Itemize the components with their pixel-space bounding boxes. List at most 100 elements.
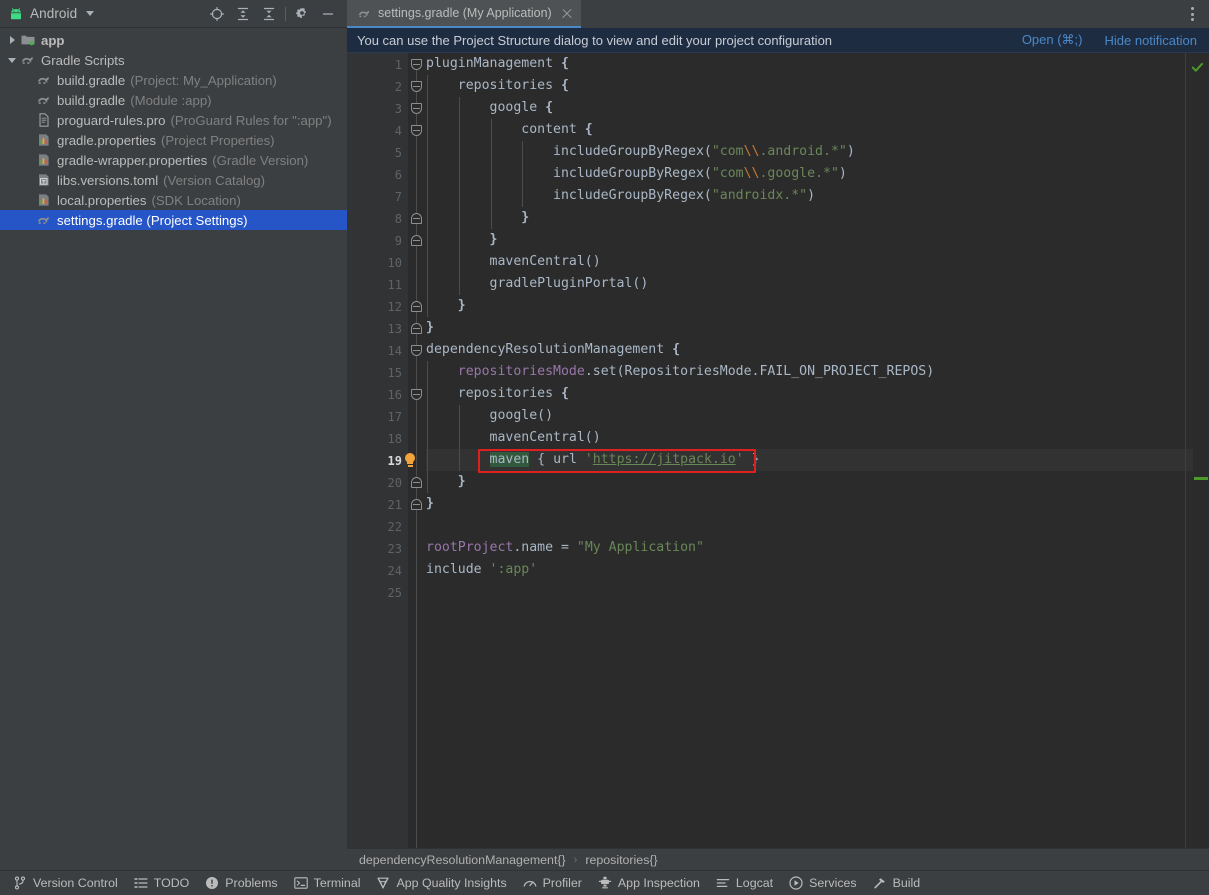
text-file-icon: [36, 112, 52, 128]
code-line[interactable]: maven { url 'https://jitpack.io' }: [426, 449, 1209, 471]
fold-expanded-icon[interactable]: [411, 103, 422, 114]
fold-expanded-icon[interactable]: [411, 81, 422, 92]
indent-guide: [458, 449, 460, 471]
status-bar-item-profiler[interactable]: Profiler: [518, 871, 593, 895]
editor-gutter[interactable]: 1 2 3 4 5 6 7 8 9 10 11 12 13 14 15 16 17 18 19 20 21 22 23 24 2…: [347, 53, 408, 848]
close-icon[interactable]: [560, 6, 574, 20]
code-line[interactable]: mavenCentral(): [426, 427, 1209, 449]
status-bar-item-terminal[interactable]: Terminal: [289, 871, 372, 895]
collapse-all-icon[interactable]: [256, 1, 282, 27]
fold-end-icon[interactable]: [411, 213, 422, 224]
fold-expanded-icon[interactable]: [411, 389, 422, 400]
notification-hide-link[interactable]: Hide notification: [1105, 33, 1198, 48]
select-opened-file-icon[interactable]: [204, 1, 230, 27]
project-panel-title: Android: [30, 6, 78, 21]
kebab-menu-icon[interactable]: [1183, 5, 1201, 23]
expand-all-icon[interactable]: [230, 1, 256, 27]
line-number: 25: [387, 586, 402, 600]
fold-end-icon[interactable]: [411, 477, 422, 488]
breadcrumb-item[interactable]: dependencyResolutionManagement{}: [359, 853, 566, 867]
properties-file-icon: [36, 132, 52, 148]
fold-end-icon[interactable]: [411, 235, 422, 246]
code-line[interactable]: }: [426, 295, 1209, 317]
code-line[interactable]: content {: [426, 119, 1209, 141]
code-line[interactable]: repositories {: [426, 75, 1209, 97]
code-line[interactable]: google {: [426, 97, 1209, 119]
editor-fold-column[interactable]: [408, 53, 426, 848]
fold-end-icon[interactable]: [411, 301, 422, 312]
indent-guide: [427, 207, 428, 229]
code-token: .google.*": [759, 166, 839, 181]
tree-item-gradle-properties[interactable]: gradle.properties (Project Properties): [0, 130, 347, 150]
code-token: .set(RepositoriesMode.FAIL_ON_PROJECT_RE…: [584, 364, 935, 379]
hide-panel-icon[interactable]: [315, 1, 341, 27]
status-bar-item-logcat[interactable]: Logcat: [711, 871, 784, 895]
status-bar-item-build[interactable]: Build: [868, 871, 932, 895]
tree-item-label: gradle-wrapper.properties: [57, 152, 208, 168]
lightbulb-icon[interactable]: [403, 453, 417, 469]
fold-expanded-icon[interactable]: [411, 125, 422, 136]
code-token: \\: [743, 144, 760, 159]
editor-scrollbar-track[interactable]: [1185, 53, 1186, 848]
code-line[interactable]: [426, 515, 1209, 537]
settings-gear-icon[interactable]: [289, 1, 315, 27]
code-line[interactable]: gradlePluginPortal(): [426, 273, 1209, 295]
code-line[interactable]: }: [426, 493, 1209, 515]
code-line[interactable]: dependencyResolutionManagement {: [426, 339, 1209, 361]
fold-expanded-icon[interactable]: [411, 59, 422, 70]
status-bar-item-app-inspection[interactable]: App Inspection: [593, 871, 711, 895]
tree-item-gradle-scripts[interactable]: Gradle Scripts: [0, 50, 347, 70]
line-number: 1: [394, 58, 402, 72]
project-tree[interactable]: app Gradle Scripts build.gradle (Project: M…: [0, 28, 347, 881]
services-play-icon: [788, 875, 804, 891]
fold-end-icon[interactable]: [411, 323, 422, 334]
fold-end-icon[interactable]: [411, 499, 422, 510]
line-number: 24: [387, 564, 402, 578]
line-number: 12: [387, 300, 402, 314]
tree-item-build-gradle[interactable]: build.gradle (Project: My_Application): [0, 70, 347, 90]
code-line[interactable]: includeGroupByRegex("com\\.android.*"): [426, 141, 1209, 163]
green-check-icon[interactable]: [1191, 61, 1204, 74]
notification-open-link[interactable]: Open (⌘;): [1022, 32, 1083, 48]
tree-item-settings-gradle-project-settings[interactable]: settings.gradle (Project Settings): [0, 210, 347, 230]
tree-item-local-properties[interactable]: local.properties (SDK Location): [0, 190, 347, 210]
status-bar-item-version-control[interactable]: Version Control: [8, 871, 129, 895]
tree-item-gradle-wrapper-properties[interactable]: gradle-wrapper.properties (Gradle Version…: [0, 150, 347, 170]
code-line[interactable]: repositoriesMode.set(RepositoriesMode.FA…: [426, 361, 1209, 383]
code-line[interactable]: }: [426, 317, 1209, 339]
code-line[interactable]: includeGroupByRegex("com\\.google.*"): [426, 163, 1209, 185]
tree-item-libs-versions-toml[interactable]: libs.versions.toml (Version Catalog): [0, 170, 347, 190]
code-token: .name =: [513, 540, 577, 555]
line-number: 15: [387, 366, 402, 380]
code-line[interactable]: [426, 581, 1209, 603]
code-line[interactable]: }: [426, 229, 1209, 251]
code-line[interactable]: mavenCentral(): [426, 251, 1209, 273]
tree-item-proguard-rules-pro[interactable]: proguard-rules.pro (ProGuard Rules for ":…: [0, 110, 347, 130]
status-bar-item-app-quality-insights[interactable]: App Quality Insights: [371, 871, 517, 895]
code-line[interactable]: pluginManagement {: [426, 53, 1209, 75]
code-lines[interactable]: pluginManagement { repositories { google…: [426, 53, 1209, 848]
code-editor[interactable]: 1 2 3 4 5 6 7 8 9 10 11 12 13 14 15 16 17 18 19 20 21 22 23 24 2…: [347, 53, 1209, 848]
chevron-right-icon[interactable]: [4, 36, 20, 44]
editor-tab-settings-gradle[interactable]: settings.gradle (My Application): [347, 0, 581, 28]
status-bar-item-todo[interactable]: TODO: [129, 871, 201, 895]
code-line[interactable]: }: [426, 471, 1209, 493]
code-line[interactable]: google(): [426, 405, 1209, 427]
status-bar-item-services[interactable]: Services: [784, 871, 868, 895]
code-line[interactable]: include ':app': [426, 559, 1209, 581]
breadcrumb-item[interactable]: repositories{}: [585, 853, 657, 867]
chevron-down-icon[interactable]: [86, 11, 95, 16]
status-bar-item-problems[interactable]: Problems: [200, 871, 288, 895]
code-line[interactable]: includeGroupByRegex("androidx.*"): [426, 185, 1209, 207]
project-structure-notification: You can use the Project Structure dialog…: [347, 28, 1209, 53]
chevron-down-icon[interactable]: [4, 57, 20, 63]
tree-item-build-gradle[interactable]: build.gradle (Module :app): [0, 90, 347, 110]
code-line[interactable]: repositories {: [426, 383, 1209, 405]
code-token: rootProject: [426, 540, 514, 555]
tree-item-app[interactable]: app: [0, 30, 347, 50]
code-token: includeGroupByRegex(: [426, 166, 712, 181]
code-token: }: [521, 210, 530, 225]
code-line[interactable]: }: [426, 207, 1209, 229]
fold-expanded-icon[interactable]: [411, 345, 422, 356]
code-line[interactable]: rootProject.name = "My Application": [426, 537, 1209, 559]
